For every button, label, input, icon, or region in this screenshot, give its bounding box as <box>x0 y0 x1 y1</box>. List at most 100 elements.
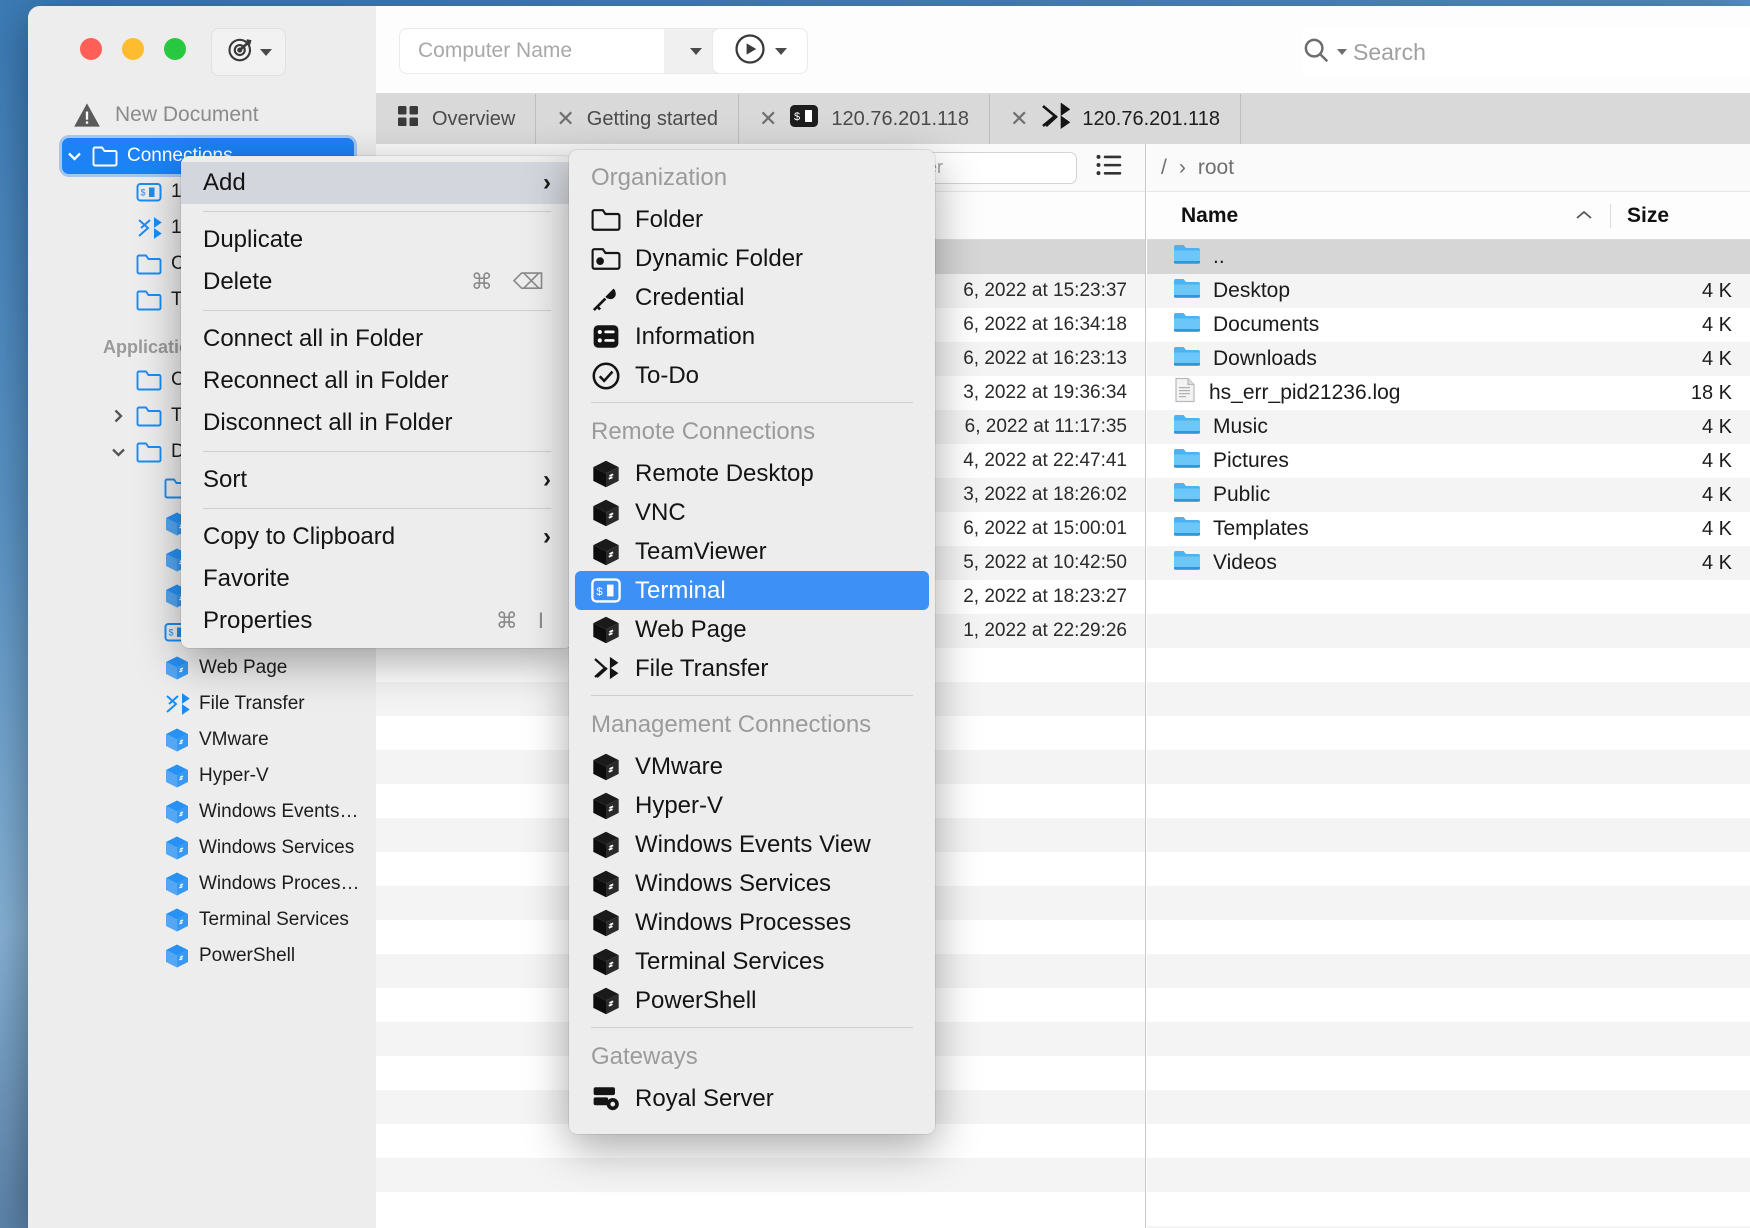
submenu-item-folder[interactable]: Folder <box>569 200 935 239</box>
file-name: Templates <box>1213 517 1309 540</box>
chevron-right-icon: › <box>543 466 551 493</box>
context-menu[interactable]: Add › Duplicate Delete ⌘ ⌫ Connect all i… <box>181 156 573 648</box>
submenu-item-label: Folder <box>635 205 704 233</box>
connect-button[interactable] <box>712 28 808 74</box>
tree-item-windows-proces[interactable]: Windows Proces… <box>28 866 376 902</box>
tree-item-windows-events[interactable]: Windows Events… <box>28 794 376 830</box>
file-row[interactable]: Videos 4 K <box>1147 546 1750 580</box>
cube-icon <box>591 986 621 1016</box>
menu-item-connect-all-in-folder[interactable]: Connect all in Folder <box>181 318 573 360</box>
file-row[interactable]: Pictures 4 K <box>1147 444 1750 478</box>
column-header-size[interactable]: Size <box>1610 203 1750 228</box>
menu-item-duplicate[interactable]: Duplicate <box>181 219 573 261</box>
close-button[interactable] <box>80 38 102 60</box>
cube-icon <box>591 830 621 860</box>
computer-name-combobox[interactable]: Computer Name <box>399 28 729 74</box>
tree-item-vmware[interactable]: VMware <box>28 722 376 758</box>
tab-getting-started[interactable]: ✕ Getting started <box>536 94 739 144</box>
menu-item-add[interactable]: Add › <box>181 162 573 204</box>
menu-item-favorite[interactable]: Favorite <box>181 558 573 600</box>
submenu-item-to-do[interactable]: To-Do <box>569 356 935 395</box>
tree-item-powershell[interactable]: PowerShell <box>28 938 376 974</box>
menu-item-reconnect-all-in-folder[interactable]: Reconnect all in Folder <box>181 360 573 402</box>
submenu-item-dynamic-folder[interactable]: Dynamic Folder <box>569 239 935 278</box>
submenu-item-file-transfer[interactable]: File Transfer <box>569 649 935 688</box>
file-row[interactable]: hs_err_pid21236.log 18 K <box>1147 376 1750 410</box>
tree-item-hyper-v[interactable]: Hyper-V <box>28 758 376 794</box>
submenu-item-hyper-v[interactable]: Hyper-V <box>569 786 935 825</box>
file-row[interactable]: Downloads 4 K <box>1147 342 1750 376</box>
file-row[interactable]: Documents 4 K <box>1147 308 1750 342</box>
submenu-item-remote-desktop[interactable]: Remote Desktop <box>569 454 935 493</box>
folder-icon <box>136 367 162 393</box>
column-header-name-label: Name <box>1181 203 1239 227</box>
submenu-item-label: TeamViewer <box>635 537 767 565</box>
add-submenu[interactable]: Organization Folder Dynamic Folder Crede… <box>569 150 935 1134</box>
empty-file-row <box>1147 1192 1750 1226</box>
file-row[interactable]: Public 4 K <box>1147 478 1750 512</box>
list-view-icon[interactable] <box>1095 153 1123 182</box>
tab-120-76-201-118[interactable]: ✕ $ 120.76.201.118 <box>739 94 990 144</box>
tree-item-label: Terminal Services <box>199 909 349 930</box>
radar-toolbar-button[interactable] <box>211 28 286 76</box>
submenu-item-credential[interactable]: Credential <box>569 278 935 317</box>
menu-item-properties[interactable]: Properties ⌘ I <box>181 600 573 642</box>
tab-overview[interactable]: Overview <box>376 94 537 144</box>
submenu-item-label: VNC <box>635 498 686 526</box>
tree-item-terminal-services[interactable]: Terminal Services <box>28 902 376 938</box>
breadcrumb-root[interactable]: / <box>1161 156 1167 180</box>
close-icon[interactable]: ✕ <box>1010 108 1028 130</box>
file-icon <box>1173 377 1197 409</box>
menu-item-copy-to-clipboard[interactable]: Copy to Clipboard › <box>181 516 573 558</box>
menu-separator <box>203 451 551 452</box>
file-row[interactable]: Music 4 K <box>1147 410 1750 444</box>
submenu-item-terminal-services[interactable]: Terminal Services <box>569 942 935 981</box>
submenu-item-powershell[interactable]: PowerShell <box>569 981 935 1020</box>
submenu-item-web-page[interactable]: Web Page <box>569 610 935 649</box>
submenu-item-teamviewer[interactable]: TeamViewer <box>569 532 935 571</box>
submenu-item-vmware[interactable]: VMware <box>569 747 935 786</box>
maximize-button[interactable] <box>164 38 186 60</box>
terminal-tab-icon: $ <box>789 104 819 134</box>
menu-item-label: Add <box>203 169 246 196</box>
sort-ascending-icon <box>1574 206 1594 226</box>
folder-solid-icon <box>1173 548 1201 578</box>
tab-120-76-201-118[interactable]: ✕ 120.76.201.118 <box>990 94 1241 144</box>
submenu-item-label: File Transfer <box>635 654 769 682</box>
file-size: 4 K <box>1701 483 1732 506</box>
minimize-button[interactable] <box>122 38 144 60</box>
file-row[interactable]: Desktop 4 K <box>1147 274 1750 308</box>
file-row[interactable]: .. <box>1147 240 1750 274</box>
search-scope-chevron-icon[interactable] <box>1337 49 1347 55</box>
tree-item-file-transfer[interactable]: File Transfer <box>28 686 376 722</box>
file-size: 4 K <box>1701 347 1732 370</box>
breadcrumb-path[interactable]: root <box>1198 156 1234 180</box>
menu-item-sort[interactable]: Sort › <box>181 459 573 501</box>
submenu-item-windows-services[interactable]: Windows Services <box>569 864 935 903</box>
disclosure-triangle-icon[interactable] <box>66 149 83 163</box>
submenu-group-title: Remote Connections <box>591 418 816 445</box>
submenu-item-vnc[interactable]: VNC <box>569 493 935 532</box>
breadcrumb[interactable]: / › root <box>1147 144 1750 192</box>
submenu-item-windows-events-view[interactable]: Windows Events View <box>569 825 935 864</box>
file-row[interactable]: Templates 4 K <box>1147 512 1750 546</box>
tree-item-windows-services[interactable]: Windows Services <box>28 830 376 866</box>
menu-item-label: Properties <box>203 607 313 634</box>
menu-item-delete[interactable]: Delete ⌘ ⌫ <box>181 261 573 303</box>
connection-date: 5, 2022 at 10:42:50 <box>963 552 1127 573</box>
computer-name-input[interactable]: Computer Name <box>400 39 664 63</box>
disclosure-triangle-icon[interactable] <box>110 445 127 459</box>
submenu-item-windows-processes[interactable]: Windows Processes <box>569 903 935 942</box>
submenu-item-label: Web Page <box>635 615 747 643</box>
submenu-item-information[interactable]: Information <box>569 317 935 356</box>
search-field[interactable]: Search <box>1301 28 1750 76</box>
menu-item-disconnect-all-in-folder[interactable]: Disconnect all in Folder <box>181 402 573 444</box>
submenu-item-royal-server[interactable]: Royal Server <box>569 1079 935 1118</box>
tree-item-web-page[interactable]: Web Page <box>28 650 376 686</box>
close-icon[interactable]: ✕ <box>759 108 777 130</box>
disclosure-triangle-icon[interactable] <box>110 409 127 423</box>
column-header-name[interactable]: Name <box>1147 204 1610 228</box>
close-icon[interactable]: ✕ <box>556 108 574 130</box>
submenu-item-terminal[interactable]: $ Terminal <box>575 571 929 610</box>
empty-file-row <box>1147 818 1750 852</box>
